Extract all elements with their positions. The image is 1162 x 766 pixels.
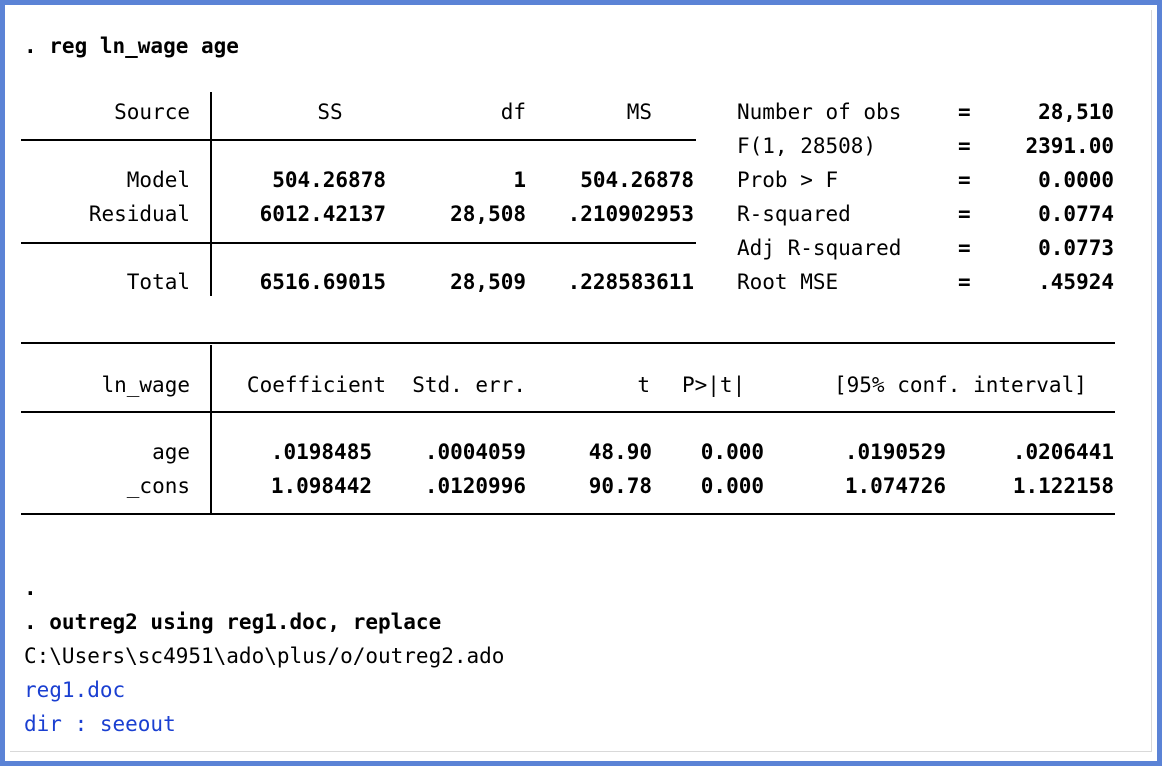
anova-ss: 6012.42137 — [259, 202, 386, 226]
stat-value: 0.0000 — [1038, 168, 1114, 192]
coef-header-t: t — [637, 373, 650, 397]
anova-ss: 504.26878 — [272, 168, 386, 192]
anova-source: Residual — [88, 202, 190, 226]
anova-header-source: Source — [114, 100, 190, 124]
stat-label: Adj R-squared — [737, 236, 902, 260]
stat-label: Number of obs — [737, 100, 902, 124]
stat-equals: = — [958, 236, 971, 260]
command-reg: . reg ln_wage age — [24, 34, 239, 58]
anova-df: 1 — [513, 168, 526, 192]
anova-header-ss: SS — [317, 100, 343, 124]
stat-label: F(1, 28508) — [737, 134, 877, 158]
coef-p: 0.000 — [700, 474, 764, 498]
anova-df: 28,509 — [450, 270, 526, 294]
coef-top-rule — [21, 342, 1115, 344]
coef-ci-high: .0206441 — [1012, 440, 1114, 464]
stat-label: Root MSE — [737, 270, 839, 294]
stat-equals: = — [958, 202, 971, 226]
coef-value: 1.098442 — [270, 474, 372, 498]
stat-equals: = — [958, 270, 971, 294]
blank-prompt-dot: . — [24, 576, 37, 600]
anova-total-rule — [21, 242, 696, 244]
stat-label: R-squared — [737, 202, 851, 226]
stat-value: .45924 — [1038, 270, 1114, 294]
coef-value: .0198485 — [270, 440, 372, 464]
coef-ci-low: .0190529 — [844, 440, 946, 464]
anova-vertical-rule — [210, 92, 212, 296]
coef-header-var: ln_wage — [101, 373, 190, 397]
stat-equals: = — [958, 168, 971, 192]
coef-t: 90.78 — [588, 474, 652, 498]
anova-ms: .228583611 — [567, 270, 694, 294]
results-pane: . reg ln_wage age Source SS df MS Model … — [10, 10, 1152, 752]
coef-t: 48.90 — [588, 440, 652, 464]
anova-source: Model — [126, 168, 190, 192]
anova-header-rule — [21, 139, 696, 141]
coef-var: _cons — [126, 474, 190, 498]
results-window-frame: . reg ln_wage age Source SS df MS Model … — [0, 0, 1162, 766]
coef-var: age — [152, 440, 190, 464]
coef-header-p: P>|t| — [682, 373, 746, 397]
link-seeout[interactable]: seeout — [100, 712, 176, 736]
anova-ms: .210902953 — [567, 202, 694, 226]
stat-label: Prob > F — [737, 168, 839, 192]
anova-source: Total — [126, 270, 190, 294]
stat-value: 0.0774 — [1038, 202, 1114, 226]
coef-header-coef: Coefficient — [246, 373, 386, 397]
coef-header-ci: [95% conf. interval] — [834, 373, 1087, 397]
anova-ms: 504.26878 — [580, 168, 694, 192]
coef-header-rule — [21, 411, 1115, 413]
coef-p: 0.000 — [700, 440, 764, 464]
command-outreg2: . outreg2 using reg1.doc, replace — [24, 610, 442, 634]
dir-prefix: dir : — [24, 712, 100, 736]
dir-link-line: dir : seeout — [24, 712, 176, 736]
ado-file-path: C:\Users\sc4951\ado\plus/o/outreg2.ado — [24, 644, 505, 668]
anova-ss: 6516.69015 — [259, 270, 386, 294]
anova-df: 28,508 — [450, 202, 526, 226]
anova-header-df: df — [500, 100, 526, 124]
stat-value: 0.0773 — [1038, 236, 1114, 260]
coef-vertical-rule — [210, 345, 212, 515]
coef-se: .0120996 — [424, 474, 526, 498]
coef-header-se: Std. err. — [412, 373, 526, 397]
coef-se: .0004059 — [424, 440, 526, 464]
stat-value: 2391.00 — [1025, 134, 1114, 158]
link-reg1-doc[interactable]: reg1.doc — [24, 678, 125, 702]
coef-ci-low: 1.074726 — [844, 474, 946, 498]
stat-equals: = — [958, 100, 971, 124]
coef-ci-high: 1.122158 — [1012, 474, 1114, 498]
coef-bottom-rule — [21, 513, 1115, 515]
stat-value: 28,510 — [1038, 100, 1114, 124]
stat-equals: = — [958, 134, 971, 158]
anova-header-ms: MS — [626, 100, 652, 124]
